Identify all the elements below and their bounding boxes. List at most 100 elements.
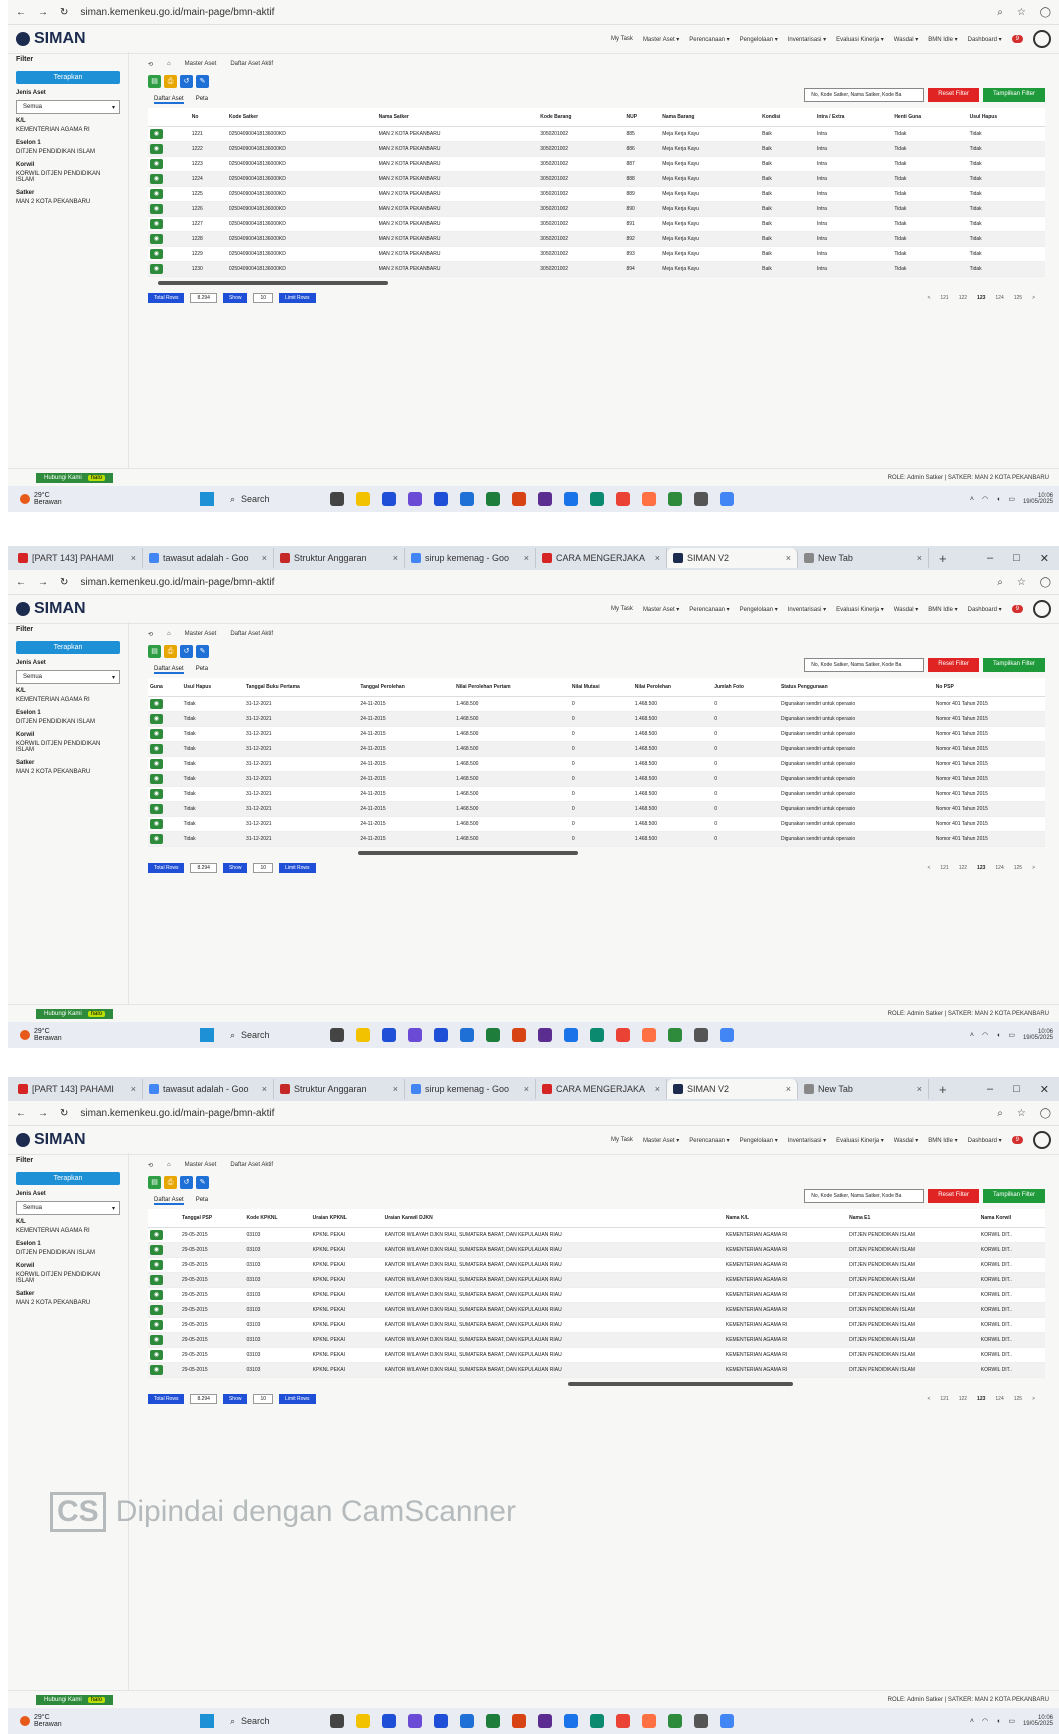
browser-tab[interactable]: [PART 143] PAHAMI × (12, 1079, 143, 1099)
chevron-up-icon[interactable]: ˄ (970, 1032, 974, 1039)
back-icon[interactable]: ← (16, 7, 26, 18)
page-link[interactable]: 121 (940, 295, 948, 301)
view-eye-icon[interactable]: ◉ (150, 219, 163, 229)
refresh-icon[interactable]: ↺ (180, 1175, 193, 1189)
profile-icon[interactable]: ◯ (1040, 1108, 1051, 1119)
taskbar-app-icon[interactable] (434, 1714, 448, 1728)
zoom-icon[interactable]: ⌕ (997, 7, 1003, 18)
horizontal-scrollbar[interactable] (148, 277, 1045, 287)
taskbar-search[interactable]: ⌕ Search (230, 494, 310, 505)
notification-badge[interactable]: 9 (1011, 605, 1023, 613)
taskbar-app-icon[interactable] (694, 1714, 708, 1728)
rows-per-page-select[interactable]: 10 (253, 1394, 274, 1404)
browser-tab[interactable]: Struktur Anggaran × (274, 1079, 405, 1099)
taskbar-app-icon[interactable] (616, 492, 630, 506)
taskbar-app-icon[interactable] (512, 1714, 526, 1728)
taskbar-app-icon[interactable] (434, 492, 448, 506)
taskbar-app-icon[interactable] (408, 1714, 422, 1728)
browser-tab[interactable]: tawasut adalah - Goo × (143, 1079, 274, 1099)
tab-peta[interactable]: Peta (196, 1197, 208, 1205)
refresh-icon[interactable]: ↺ (180, 644, 193, 658)
breadcrumb-item[interactable]: Master Aset (185, 631, 217, 637)
page-link[interactable]: 122 (959, 865, 967, 871)
url-field[interactable]: siman.kemenkeu.go.id/main-page/bmn-aktif (80, 1108, 985, 1119)
taskbar-app-icon[interactable] (616, 1714, 630, 1728)
taskbar-app-icon[interactable] (330, 1714, 344, 1728)
volume-icon[interactable]: ◖ (996, 496, 1000, 503)
view-eye-icon[interactable]: ◉ (150, 1260, 163, 1270)
profile-icon[interactable]: ◯ (1040, 7, 1051, 18)
nav-item[interactable]: Dashboard ▾ (968, 1137, 1002, 1144)
taskbar-app-icon[interactable] (642, 1028, 656, 1042)
taskbar-app-icon[interactable] (382, 1028, 396, 1042)
nav-item[interactable]: My Task (611, 1137, 633, 1143)
reload-icon[interactable]: ↻ (60, 1108, 68, 1119)
siman-logo[interactable]: SIMAN (16, 30, 86, 48)
reset-filter-button[interactable]: Reset Filter (928, 1189, 979, 1203)
view-eye-icon[interactable]: ◉ (150, 1275, 163, 1285)
close-window-icon[interactable]: ✕ (1040, 1083, 1049, 1096)
volume-icon[interactable]: ◖ (996, 1032, 1000, 1039)
page-link[interactable]: 124 (995, 865, 1003, 871)
show-filter-button[interactable]: Tampilkan Filter (982, 1189, 1045, 1203)
chevron-up-icon[interactable]: ˄ (970, 496, 974, 503)
breadcrumb-item[interactable]: Daftar Aset Aktif (230, 1162, 273, 1168)
apply-filter-button[interactable]: Terapkan (16, 71, 120, 84)
start-button-icon[interactable] (200, 1028, 214, 1042)
minimize-icon[interactable]: – (987, 552, 993, 565)
taskbar-app-icon[interactable] (408, 1028, 422, 1042)
taskbar-app-icon[interactable] (486, 492, 500, 506)
nav-item[interactable]: My Task (611, 36, 633, 42)
browser-tab[interactable]: SIMAN V2 × (667, 1079, 798, 1099)
nav-item[interactable]: Dashboard ▾ (968, 36, 1002, 43)
view-eye-icon[interactable]: ◉ (150, 759, 163, 769)
taskbar-app-icon[interactable] (330, 1028, 344, 1042)
contact-button[interactable]: Hubungi Kami halo (36, 473, 114, 483)
edit-icon[interactable]: ✎ (196, 1175, 209, 1189)
taskbar-app-icon[interactable] (642, 492, 656, 506)
battery-icon[interactable]: ▭ (1008, 1031, 1015, 1039)
taskbar-app-icon[interactable] (590, 1714, 604, 1728)
browser-tab[interactable]: CARA MENGERJAKA × (536, 548, 667, 568)
reload-icon[interactable]: ↻ (60, 7, 68, 18)
taskbar-app-icon[interactable] (382, 492, 396, 506)
print-icon[interactable]: ⎙ (164, 644, 177, 658)
taskbar-app-icon[interactable] (356, 1028, 370, 1042)
page-link[interactable]: 124 (995, 1396, 1003, 1402)
excel-icon[interactable]: ▤ (148, 74, 161, 88)
view-eye-icon[interactable]: ◉ (150, 1365, 163, 1375)
back-icon[interactable]: ← (16, 577, 26, 588)
taskbar-app-icon[interactable] (616, 1028, 630, 1042)
limit-rows-button[interactable]: Limit Rows (279, 293, 316, 303)
nav-item[interactable]: Pengelolaan ▾ (740, 36, 778, 43)
page-link[interactable]: 122 (959, 1396, 967, 1402)
nav-item[interactable]: BMN Idle ▾ (928, 606, 957, 613)
forward-icon[interactable]: → (38, 1108, 48, 1119)
close-icon[interactable]: × (131, 553, 136, 563)
page-link[interactable]: 123 (977, 1396, 985, 1402)
view-eye-icon[interactable]: ◉ (150, 729, 163, 739)
limit-rows-button[interactable]: Limit Rows (279, 863, 316, 873)
nav-item[interactable]: Inventarisasi ▾ (788, 1137, 826, 1144)
view-eye-icon[interactable]: ◉ (150, 204, 163, 214)
close-icon[interactable]: × (655, 553, 660, 563)
nav-item[interactable]: Dashboard ▾ (968, 606, 1002, 613)
close-icon[interactable]: × (917, 553, 922, 563)
edit-icon[interactable]: ✎ (196, 74, 209, 88)
wifi-icon[interactable]: ◠ (982, 1031, 988, 1039)
view-eye-icon[interactable]: ◉ (150, 699, 163, 709)
search-input[interactable]: No, Kode Satker, Nama Satker, Kode Ba (804, 658, 925, 672)
view-eye-icon[interactable]: ◉ (150, 1290, 163, 1300)
view-eye-icon[interactable]: ◉ (150, 249, 163, 259)
page-link[interactable]: 124 (995, 295, 1003, 301)
tab-daftar-aset[interactable]: Daftar Aset (154, 666, 184, 674)
taskbar-app-icon[interactable] (564, 1714, 578, 1728)
view-eye-icon[interactable]: ◉ (150, 129, 163, 139)
search-input[interactable]: No, Kode Satker, Nama Satker, Kode Ba (804, 88, 925, 102)
taskbar-app-icon[interactable] (720, 1714, 734, 1728)
browser-tab[interactable]: New Tab × (798, 1079, 929, 1099)
scrollbar-thumb[interactable] (358, 851, 578, 855)
chevron-up-icon[interactable]: ˄ (970, 1718, 974, 1725)
close-icon[interactable]: × (786, 1084, 791, 1094)
taskbar-app-icon[interactable] (668, 1714, 682, 1728)
